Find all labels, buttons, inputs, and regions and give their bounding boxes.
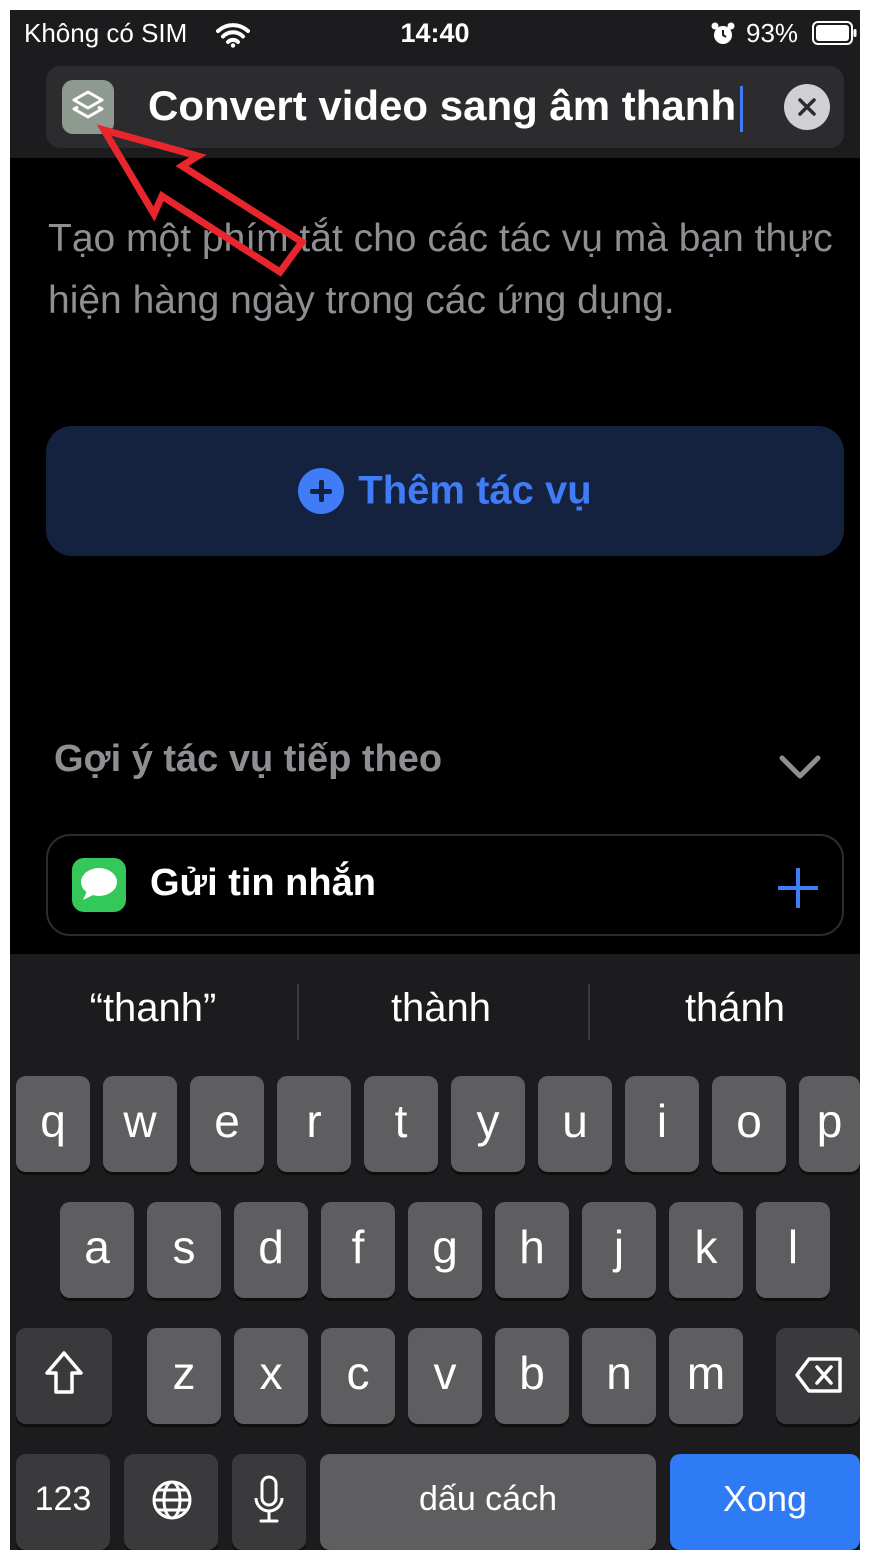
messages-app-icon: [72, 858, 126, 912]
shortcut-name-text: Convert video sang âm thanh: [148, 82, 737, 129]
clear-text-button[interactable]: [784, 84, 830, 130]
delete-key[interactable]: [776, 1328, 860, 1424]
shift-icon: [45, 1351, 83, 1394]
key-v[interactable]: v: [408, 1328, 482, 1424]
key-p[interactable]: p: [799, 1076, 860, 1172]
prediction-divider: [588, 984, 590, 1040]
key-o[interactable]: o: [712, 1076, 786, 1172]
key-b[interactable]: b: [495, 1328, 569, 1424]
key-j[interactable]: j: [582, 1202, 656, 1298]
key-u[interactable]: u: [538, 1076, 612, 1172]
key-i[interactable]: i: [625, 1076, 699, 1172]
prediction-1[interactable]: “thanh”: [12, 986, 294, 1031]
clear-icon: [798, 98, 816, 116]
shortcut-header: Convert video sang âm thanh: [10, 58, 860, 158]
key-q[interactable]: q: [16, 1076, 90, 1172]
delete-icon: [795, 1357, 842, 1393]
key-m[interactable]: m: [669, 1328, 743, 1424]
key-g[interactable]: g: [408, 1202, 482, 1298]
key-w[interactable]: w: [103, 1076, 177, 1172]
prediction-divider: [297, 984, 299, 1040]
key-t[interactable]: t: [364, 1076, 438, 1172]
prediction-2[interactable]: thành: [300, 986, 582, 1031]
key-l[interactable]: l: [756, 1202, 830, 1298]
battery-icon: [812, 21, 857, 45]
shortcut-name-input[interactable]: Convert video sang âm thanh: [148, 80, 744, 132]
speech-bubble-icon: [81, 868, 117, 900]
add-action-button[interactable]: Thêm tác vụ: [46, 426, 844, 556]
key-y[interactable]: y: [451, 1076, 525, 1172]
battery-percent: 93%: [746, 18, 799, 48]
suggestions-title[interactable]: Gợi ý tác vụ tiếp theo: [54, 738, 442, 781]
shortcuts-glyph-icon: [72, 90, 104, 119]
alarm-icon: [711, 22, 735, 44]
keyboard: “thanh” thành thánh q w e r t y u i o p …: [10, 954, 860, 1550]
plus-circle-icon: [298, 468, 345, 514]
add-action-label: Thêm tác vụ: [358, 468, 592, 513]
phone-screen: Không có SIM 14:40 93% Convert video san…: [10, 10, 860, 1550]
globe-icon: [152, 1480, 192, 1520]
key-c[interactable]: c: [321, 1328, 395, 1424]
chevron-down-icon[interactable]: [778, 754, 822, 782]
numbers-key[interactable]: 123: [16, 1454, 110, 1550]
prediction-3[interactable]: thánh: [594, 986, 860, 1031]
key-s[interactable]: s: [147, 1202, 221, 1298]
microphone-icon: [254, 1475, 284, 1523]
key-f[interactable]: f: [321, 1202, 395, 1298]
key-z[interactable]: z: [147, 1328, 221, 1424]
key-n[interactable]: n: [582, 1328, 656, 1424]
globe-key[interactable]: [124, 1454, 218, 1550]
shift-key[interactable]: [16, 1328, 112, 1424]
key-d[interactable]: d: [234, 1202, 308, 1298]
key-k[interactable]: k: [669, 1202, 743, 1298]
key-e[interactable]: e: [190, 1076, 264, 1172]
text-caret: [740, 85, 744, 132]
dictation-key[interactable]: [232, 1454, 306, 1550]
plus-icon[interactable]: [778, 868, 818, 908]
shortcut-name-field[interactable]: Convert video sang âm thanh: [46, 66, 844, 148]
suggestion-item[interactable]: Gửi tin nhắn: [46, 834, 844, 936]
key-a[interactable]: a: [60, 1202, 134, 1298]
intro-description: Tạo một phím tắt cho các tác vụ mà bạn t…: [48, 217, 833, 322]
key-x[interactable]: x: [234, 1328, 308, 1424]
space-key[interactable]: dấu cách: [320, 1454, 656, 1550]
done-key[interactable]: Xong: [670, 1454, 860, 1550]
key-h[interactable]: h: [495, 1202, 569, 1298]
suggestion-label: Gửi tin nhắn: [150, 862, 376, 904]
status-bar: Không có SIM 14:40 93%: [10, 10, 860, 58]
shortcut-app-icon[interactable]: [62, 80, 114, 134]
key-r[interactable]: r: [277, 1076, 351, 1172]
